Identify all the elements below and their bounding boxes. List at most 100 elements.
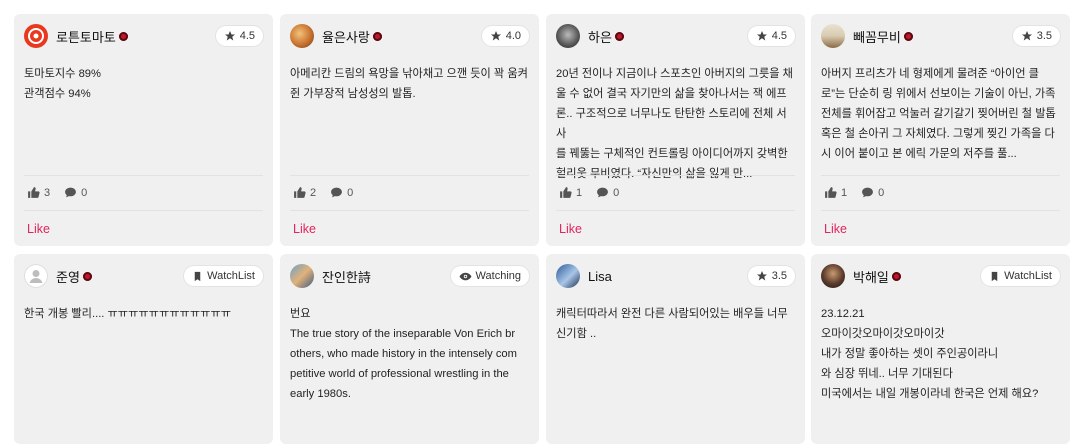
star-icon [1021,31,1032,41]
review-card[interactable]: Lisa 3.5 캐릭터따라서 완전 다른 사람되어있는 배우들 너무 신기함 … [546,254,805,444]
avatar[interactable] [290,264,314,288]
comment-count: 0 [596,186,619,199]
review-card[interactable]: 박해일 WatchList 23.12.21 오마이갓오마이갓오마이갓 내가 정… [811,254,1070,444]
comment-count-value: 0 [81,186,88,199]
avatar[interactable] [821,24,845,48]
review-text[interactable]: 23.12.21 오마이갓오마이갓오마이갓 내가 정말 좋아하는 셋이 주인공이… [821,304,1060,404]
review-header: 준영 WatchList [24,263,263,289]
comment-count: 0 [330,186,353,199]
like-button[interactable]: Like [559,222,582,236]
avatar[interactable] [290,24,314,48]
review-card[interactable]: 빼꼼무비 3.5 아버지 프리츠가 네 형제에게 물려준 “아이언 클 로”는 … [811,14,1070,246]
watching-badge: Watching [450,266,529,286]
like-count-value: 2 [310,186,317,199]
avatar[interactable] [24,24,48,48]
avatar[interactable] [821,264,845,288]
review-header: 잔인한詩 Watching [290,263,529,289]
watchlist-badge: WatchList [184,266,263,286]
thumbs-up-icon [560,187,572,198]
star-icon [756,31,767,41]
username[interactable]: 율은사랑 [322,27,370,46]
rating-badge: 4.5 [747,26,795,46]
watch-status: WatchList [207,270,255,282]
review-header: 하은 4.5 [556,23,795,49]
divider [556,210,795,211]
verified-badge-icon [614,31,624,41]
review-header: 빼꼼무비 3.5 [821,23,1060,49]
verified-badge-icon [372,31,382,41]
review-card[interactable]: 준영 WatchList 한국 개봉 빨리.... ㅠㅠㅠㅠㅠㅠㅠㅠㅠㅠㅠㅠ [14,254,273,444]
review-stats: 2 0 [293,186,367,199]
comment-count: 0 [861,186,884,199]
thumbs-up-icon [294,187,306,198]
review-text[interactable]: 20년 전이나 지금이나 스포츠인 아버지의 그릇을 채 울 수 없어 결국 자… [556,64,795,184]
username[interactable]: 잔인한詩 [322,267,371,286]
comment-icon [65,187,77,198]
comment-count-value: 0 [878,186,885,199]
like-button[interactable]: Like [293,222,316,236]
review-text[interactable]: 번요 The true story of the inseparable Von… [290,304,529,404]
rating-badge: 4.0 [481,26,529,46]
like-button[interactable]: Like [27,222,50,236]
thumbs-up-icon [825,187,837,198]
review-text[interactable]: 한국 개봉 빨리.... ㅠㅠㅠㅠㅠㅠㅠㅠㅠㅠㅠㅠ [24,304,263,324]
review-stats: 1 0 [824,186,898,199]
rating-value: 3.5 [771,270,787,282]
comment-count-value: 0 [613,186,620,199]
review-text[interactable]: 아메리칸 드림의 욕망을 낚아채고 으깬 듯이 꽉 움켜 쥔 가부장적 남성성의… [290,64,529,104]
username[interactable]: 로튼토마토 [56,27,116,46]
divider [821,210,1060,211]
review-header: Lisa 3.5 [556,263,795,289]
review-card[interactable]: 잔인한詩 Watching 번요 The true story of the i… [280,254,539,444]
watchlist-badge: WatchList [981,266,1060,286]
divider [24,210,263,211]
review-stats: 1 0 [559,186,633,199]
divider [290,210,529,211]
like-count: 3 [27,186,50,199]
verified-badge-icon [82,271,92,281]
divider [290,175,529,176]
comment-count: 0 [64,186,87,199]
star-icon [756,271,767,281]
star-icon [224,31,235,41]
bookmark-icon [991,271,998,281]
divider [821,175,1060,176]
verified-badge-icon [118,31,128,41]
like-count-value: 3 [44,186,51,199]
bookmark-icon [194,271,201,281]
like-count: 1 [824,186,847,199]
eye-icon [459,272,472,280]
divider [556,175,795,176]
avatar[interactable] [24,264,48,288]
like-count: 1 [559,186,582,199]
rating-value: 4.5 [771,30,787,42]
review-header: 박해일 WatchList [821,263,1060,289]
comment-icon [597,187,609,198]
review-header: 율은사랑 4.0 [290,23,529,49]
review-stats: 3 0 [27,186,101,199]
rating-badge: 3.5 [747,266,795,286]
review-text[interactable]: 캐릭터따라서 완전 다른 사람되어있는 배우들 너무 신기함 .. [556,304,795,344]
avatar[interactable] [556,24,580,48]
comment-icon [331,187,343,198]
review-text[interactable]: 토마토지수 89% 관객점수 94% [24,64,263,104]
divider [24,175,263,176]
comment-count-value: 0 [347,186,354,199]
username[interactable]: Lisa [588,269,612,284]
username[interactable]: 준영 [56,267,80,286]
review-text[interactable]: 아버지 프리츠가 네 형제에게 물려준 “아이언 클 로”는 단순히 링 위에서… [821,64,1060,164]
watch-status: Watching [475,270,521,282]
username[interactable]: 빼꼼무비 [853,27,901,46]
review-card[interactable]: 율은사랑 4.0 아메리칸 드림의 욕망을 낚아채고 으깬 듯이 꽉 움켜 쥔 … [280,14,539,246]
username[interactable]: 박해일 [853,267,889,286]
review-header: 로튼토마토 4.5 [24,23,263,49]
review-card[interactable]: 하은 4.5 20년 전이나 지금이나 스포츠인 아버지의 그릇을 채 울 수 … [546,14,805,246]
avatar[interactable] [556,264,580,288]
rating-badge: 4.5 [215,26,263,46]
review-card[interactable]: 로튼토마토 4.5 토마토지수 89% 관객점수 94% 3 0 Like [14,14,273,246]
username[interactable]: 하은 [588,27,612,46]
like-count-value: 1 [576,186,583,199]
like-button[interactable]: Like [824,222,847,236]
like-count: 2 [293,186,316,199]
default-user-icon [29,270,43,283]
